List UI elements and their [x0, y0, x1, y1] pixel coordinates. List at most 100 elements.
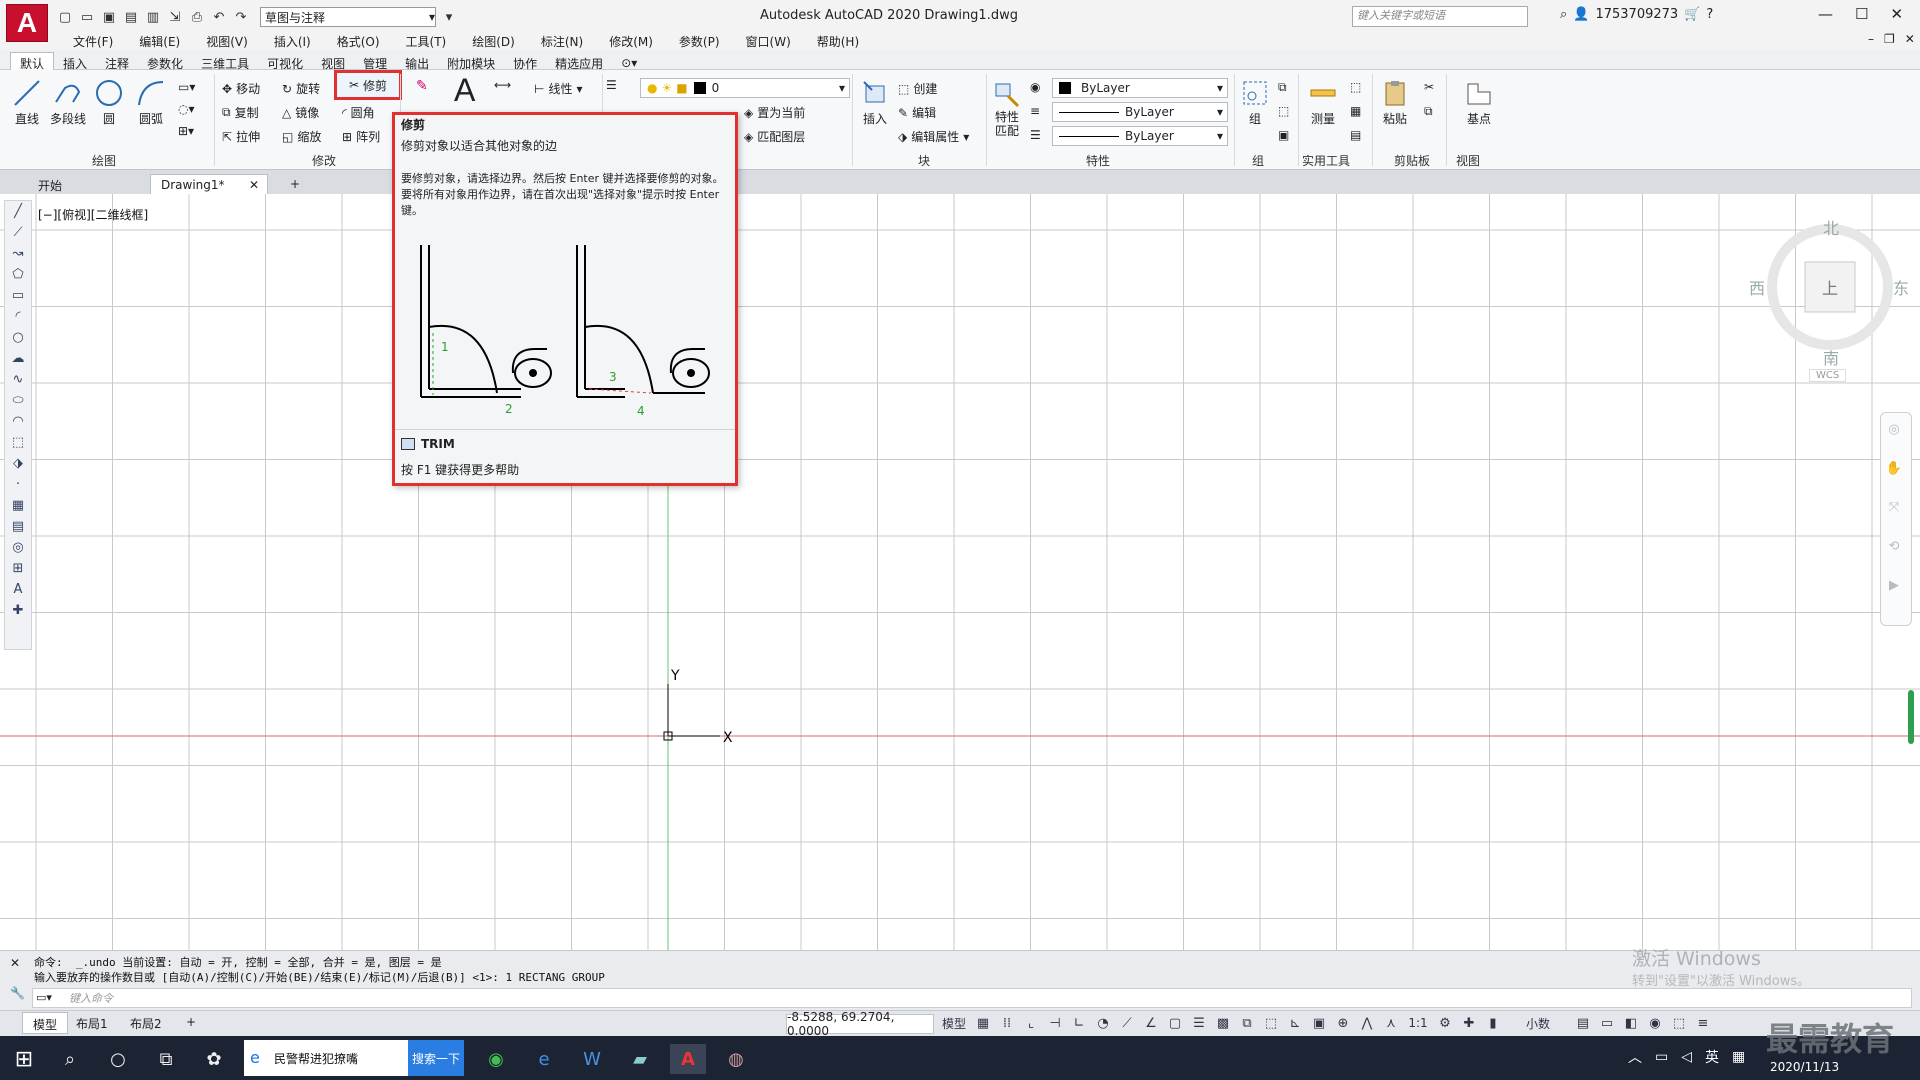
- quick-select-icon[interactable]: ⬚: [1350, 80, 1361, 94]
- revcloud-icon[interactable]: ☁: [5, 348, 31, 369]
- taskbar-search-button[interactable]: 搜索一下: [408, 1040, 464, 1076]
- doc-close-icon[interactable]: ✕: [1905, 32, 1915, 46]
- dimension-icon[interactable]: ⟷: [494, 78, 511, 92]
- command-prompt-icon[interactable]: ▭▾: [36, 991, 52, 1004]
- table-grid-icon[interactable]: ⊞▾: [178, 124, 194, 138]
- import-icon[interactable]: ⇲: [166, 8, 184, 26]
- plus-icon[interactable]: ✚: [1460, 1014, 1478, 1032]
- minimize-icon[interactable]: —: [1818, 5, 1833, 23]
- autocad-logo-button[interactable]: A: [6, 4, 48, 42]
- insert-block-icon[interactable]: ⬚: [5, 432, 31, 453]
- make-current-tool[interactable]: ◈ 置为当前: [744, 104, 805, 121]
- task-view-icon[interactable]: ⧉: [148, 1044, 184, 1074]
- windows-start-icon[interactable]: ⊞: [10, 1045, 38, 1073]
- trim-button[interactable]: ✂ 修剪: [334, 70, 402, 100]
- rotate-tool[interactable]: ↻ 旋转: [282, 80, 320, 97]
- rectangle-icon[interactable]: ▭▾: [178, 80, 195, 94]
- notes-icon[interactable]: ▰: [622, 1044, 658, 1074]
- print-icon[interactable]: ⎙: [188, 8, 206, 26]
- text-icon[interactable]: A: [454, 72, 475, 109]
- menu-insert[interactable]: 插入(I): [261, 33, 324, 50]
- undo-icon[interactable]: ↶: [210, 8, 228, 26]
- viewcube-top-face[interactable]: 上: [1822, 275, 1838, 299]
- ungroup-icon[interactable]: ⧉: [1278, 80, 1287, 95]
- circle-icon[interactable]: ○: [5, 327, 31, 348]
- user-id[interactable]: 1753709273: [1595, 7, 1678, 22]
- copy-clip-icon[interactable]: ⧉: [1424, 104, 1433, 119]
- annotation-scale[interactable]: 1:1: [1406, 1014, 1430, 1032]
- compass-south[interactable]: 南: [1823, 345, 1839, 369]
- compass-east[interactable]: 东: [1893, 275, 1909, 299]
- open-file-icon[interactable]: ▭: [78, 8, 96, 26]
- 3d-osnap-icon[interactable]: ⬚: [1262, 1014, 1280, 1032]
- isolate-icon[interactable]: ◧: [1622, 1014, 1640, 1032]
- auto-scale-icon[interactable]: ⋏: [1382, 1014, 1400, 1032]
- network-icon[interactable]: ▭: [1655, 1049, 1668, 1065]
- keyboard-icon[interactable]: ▦: [1732, 1049, 1745, 1065]
- linear-tool[interactable]: ⊢ 线性 ▾: [534, 80, 583, 97]
- customize-qat-icon[interactable]: ▾: [440, 8, 458, 26]
- scroll-handle[interactable]: [1908, 690, 1914, 744]
- maximize-icon[interactable]: ☐: [1855, 5, 1868, 23]
- new-tab-icon[interactable]: +: [280, 174, 310, 194]
- construction-line-icon[interactable]: ⟋: [5, 222, 31, 243]
- units-icon[interactable]: ▮: [1484, 1014, 1502, 1032]
- edit-block-tool[interactable]: ✎ 编辑: [898, 104, 936, 121]
- export-icon[interactable]: ▥: [144, 8, 162, 26]
- wcs-menu[interactable]: WCS: [1809, 369, 1847, 382]
- wrench-icon[interactable]: 🔧: [10, 986, 25, 1000]
- mtext-icon[interactable]: A: [5, 579, 31, 600]
- menu-window[interactable]: 窗口(W): [733, 33, 804, 50]
- pan-icon[interactable]: ✋: [1881, 458, 1907, 479]
- grid-icon[interactable]: ▦: [974, 1014, 992, 1032]
- search-icon[interactable]: ⌕: [52, 1044, 88, 1074]
- compass-west[interactable]: 西: [1749, 275, 1765, 299]
- gradient-icon[interactable]: ▤: [5, 516, 31, 537]
- model-space-label[interactable]: 模型: [940, 1014, 968, 1032]
- copy-tool[interactable]: ⧉ 复制: [222, 104, 259, 121]
- hardware-accel-icon[interactable]: ◉: [1646, 1014, 1664, 1032]
- steering-wheel-icon[interactable]: ◎: [1881, 419, 1907, 440]
- selection-filter-icon[interactable]: ▣: [1310, 1014, 1328, 1032]
- line-tool[interactable]: 直线: [10, 76, 44, 127]
- add-selected-icon[interactable]: ✚: [5, 600, 31, 621]
- tab-drawing1[interactable]: Drawing1* ✕: [150, 174, 268, 194]
- viewport-controls[interactable]: [−][俯视][二维线框]: [38, 206, 148, 223]
- scale-tool[interactable]: ◱ 缩放: [282, 128, 321, 145]
- menu-edit[interactable]: 编辑(E): [126, 33, 193, 50]
- group-tool[interactable]: 组: [1238, 76, 1272, 127]
- match-layer-tool[interactable]: ◈ 匹配图层: [744, 128, 805, 145]
- gear-icon[interactable]: ⚙: [1436, 1014, 1454, 1032]
- customize-icon[interactable]: ≡: [1694, 1014, 1712, 1032]
- showmotion-icon[interactable]: ▶: [1881, 575, 1907, 596]
- viewcube[interactable]: 北 南 东 西 上 WCS: [1745, 205, 1915, 395]
- cart-icon[interactable]: 🛒: [1684, 7, 1700, 22]
- point-icon[interactable]: ·: [5, 474, 31, 495]
- doc-restore-icon[interactable]: ❐: [1884, 32, 1895, 46]
- command-input[interactable]: 键入命令: [32, 988, 1912, 1008]
- tab-start[interactable]: 开始: [28, 174, 72, 194]
- browser-360-icon[interactable]: ◉: [478, 1044, 514, 1074]
- move-tool[interactable]: ✥ 移动: [222, 80, 260, 97]
- add-layout-icon[interactable]: +: [176, 1012, 206, 1034]
- cut-icon[interactable]: ✂: [1424, 80, 1434, 94]
- menu-modify[interactable]: 修改(M): [596, 33, 666, 50]
- tab-layout1[interactable]: 布局1: [66, 1012, 118, 1034]
- region-icon[interactable]: ◎: [5, 537, 31, 558]
- zoom-extents-icon[interactable]: ⤧: [1881, 497, 1907, 518]
- lock-ui-icon[interactable]: ▭: [1598, 1014, 1616, 1032]
- match-properties-tool[interactable]: 特性匹配: [990, 76, 1024, 138]
- polyline-tool[interactable]: 多段线: [50, 76, 86, 127]
- stretch-tool[interactable]: ⇱ 拉伸: [222, 128, 260, 145]
- polyline-icon[interactable]: ↝: [5, 243, 31, 264]
- annotation-visibility-icon[interactable]: ⋀: [1358, 1014, 1376, 1032]
- quick-properties-icon[interactable]: ▤: [1574, 1014, 1592, 1032]
- ortho-icon[interactable]: ∟: [1070, 1014, 1088, 1032]
- color-wheel-icon[interactable]: ◉: [1030, 80, 1040, 94]
- units-value[interactable]: 小数: [1508, 1014, 1568, 1032]
- writer-icon[interactable]: W: [574, 1044, 610, 1074]
- dynamic-ucs-icon[interactable]: ⊾: [1286, 1014, 1304, 1032]
- menu-format[interactable]: 格式(O): [324, 33, 393, 50]
- lineweight-select[interactable]: ByLayer ▾: [1052, 126, 1228, 146]
- hatch-icon[interactable]: ▦: [5, 495, 31, 516]
